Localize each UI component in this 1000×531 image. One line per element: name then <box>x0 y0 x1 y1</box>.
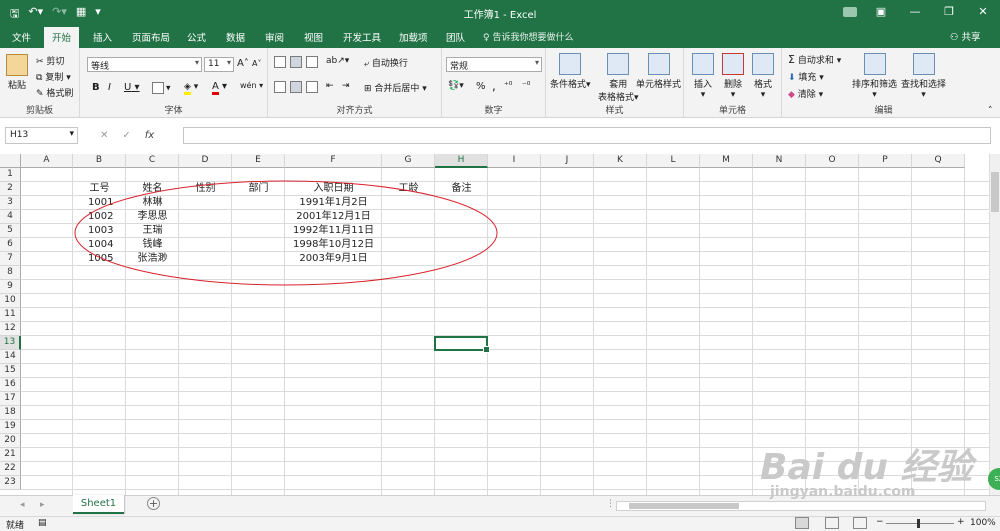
vertical-scrollbar[interactable] <box>989 154 1000 495</box>
status-ready: 就绪 <box>6 521 25 531</box>
zoom-slider-track[interactable] <box>886 523 954 524</box>
next-sheet-icon[interactable]: ▸ <box>40 500 45 510</box>
page-layout-view-icon[interactable] <box>825 517 839 529</box>
selected-cell-h13[interactable] <box>434 336 490 353</box>
zoom-in-icon[interactable]: + <box>957 517 965 527</box>
sheet-tab-splitter-icon[interactable]: ⋮ <box>606 499 615 509</box>
watermark-logo: Bai du 经验 <box>760 447 973 488</box>
page-break-view-icon[interactable] <box>853 517 867 529</box>
sheet-tab-sheet1[interactable]: Sheet1 <box>73 495 124 514</box>
horizontal-scrollbar[interactable] <box>616 501 986 511</box>
horizontal-scroll-thumb[interactable] <box>629 503 739 509</box>
prev-sheet-icon[interactable]: ◂ <box>20 500 25 510</box>
status-bar: 就绪 ▤ − + 100% <box>0 516 1000 531</box>
watermark-url: jingyan.baidu.com <box>770 484 916 500</box>
normal-view-icon[interactable] <box>795 517 809 529</box>
zoom-level[interactable]: 100% <box>970 518 996 528</box>
macro-record-icon[interactable]: ▤ <box>38 518 47 528</box>
zoom-slider-thumb[interactable] <box>917 519 920 528</box>
zoom-out-icon[interactable]: − <box>876 517 884 527</box>
vertical-scroll-thumb[interactable] <box>991 172 999 212</box>
add-sheet-icon[interactable]: + <box>147 497 160 510</box>
